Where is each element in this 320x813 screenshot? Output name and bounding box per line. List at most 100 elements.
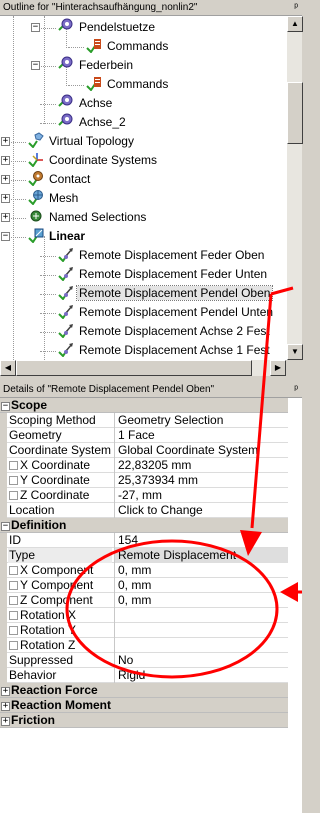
tree-item[interactable]: Remote Displacement Pendel Oben — [58, 284, 274, 303]
property-value[interactable]: 0, mm — [114, 563, 288, 578]
property-value[interactable] — [114, 623, 288, 638]
property-row[interactable]: Rotation Z — [0, 638, 288, 653]
scroll-thumb[interactable] — [287, 82, 303, 144]
tree-item[interactable]: Coordinate Systems — [28, 151, 159, 170]
property-row[interactable]: Rotation X — [0, 608, 288, 623]
parameter-checkbox[interactable] — [9, 611, 18, 620]
tree-item[interactable]: Commands — [86, 75, 170, 94]
expand-icon[interactable]: + — [1, 687, 10, 696]
property-row[interactable]: X Coordinate 22,83205 mm — [0, 458, 288, 473]
tree-item[interactable]: Remote Displacement Achse 1 Fest — [58, 341, 272, 360]
expand-icon[interactable]: + — [1, 702, 10, 711]
property-value[interactable]: -27, mm — [114, 488, 288, 503]
tree-item[interactable]: Remote Displacement Feder Unten — [58, 265, 269, 284]
property-row[interactable]: Behavior Rigid — [0, 668, 288, 683]
tree-item[interactable]: Pendelstuetze — [58, 18, 157, 37]
tree-item[interactable]: Remote Displacement Feder Oben — [58, 246, 266, 265]
outline-tree[interactable]: Pendelstuetze − Commands Federbein − Commands… — [0, 16, 286, 360]
parameter-checkbox[interactable] — [9, 626, 18, 635]
property-value[interactable]: Click to Change — [114, 503, 288, 518]
expand-icon[interactable]: + — [1, 175, 10, 184]
expand-icon[interactable]: + — [1, 137, 10, 146]
tree-item[interactable]: Commands — [86, 37, 170, 56]
tree-item[interactable]: Achse — [58, 94, 114, 113]
property-value[interactable]: No — [114, 653, 288, 668]
property-value[interactable]: 154 — [114, 533, 288, 548]
parameter-checkbox[interactable] — [9, 566, 18, 575]
tree-item[interactable]: Federbein — [58, 56, 135, 75]
property-name: Z Component — [8, 593, 112, 608]
tree-item[interactable]: Remote Displacement Pendel Unten — [58, 303, 275, 322]
parameter-checkbox[interactable] — [9, 641, 18, 650]
property-row[interactable]: Y Component 0, mm — [0, 578, 288, 593]
property-row[interactable]: ID 154 — [0, 533, 288, 548]
section-header[interactable]: − Definition — [0, 518, 288, 533]
pin-icon[interactable]: ᵖ — [294, 0, 298, 15]
joint-icon — [58, 56, 74, 72]
property-value[interactable] — [114, 638, 288, 653]
collapse-icon[interactable]: − — [31, 61, 40, 70]
tree-item[interactable]: Contact — [28, 170, 92, 189]
property-value[interactable]: Remote Displacement — [114, 548, 288, 563]
parameter-checkbox[interactable] — [9, 476, 18, 485]
tree-line — [13, 16, 14, 360]
tree-item[interactable]: Mesh — [28, 189, 80, 208]
parameter-checkbox[interactable] — [9, 581, 18, 590]
tree-item-label: Remote Displacement Feder Unten — [79, 267, 268, 281]
parameter-checkbox[interactable] — [9, 596, 18, 605]
parameter-checkbox[interactable] — [9, 491, 18, 500]
expand-icon[interactable]: + — [1, 194, 10, 203]
scroll-up-icon[interactable]: ▲ — [287, 16, 303, 32]
property-value[interactable] — [114, 608, 288, 623]
property-row[interactable]: Geometry 1 Face — [0, 428, 288, 443]
property-value[interactable]: Rigid — [114, 668, 288, 683]
collapse-icon[interactable]: − — [1, 402, 10, 411]
tree-item[interactable]: Virtual Topology — [28, 132, 136, 151]
collapse-icon[interactable]: − — [31, 23, 40, 32]
section-header[interactable]: + Reaction Moment — [0, 698, 288, 713]
property-row[interactable]: Location Click to Change — [0, 503, 288, 518]
scroll-left-icon[interactable]: ◀ — [0, 360, 16, 376]
property-row[interactable]: Y Coordinate 25,373934 mm — [0, 473, 288, 488]
scroll-right-icon[interactable]: ▶ — [270, 360, 286, 376]
scroll-down-icon[interactable]: ▼ — [287, 344, 303, 360]
property-row[interactable]: Type Remote Displacement — [0, 548, 288, 563]
collapse-icon[interactable]: − — [1, 522, 10, 531]
remote-displacement-icon — [58, 341, 74, 357]
section-header[interactable]: + Reaction Force — [0, 683, 288, 698]
property-row[interactable]: Coordinate System Global Coordinate Syste… — [0, 443, 288, 458]
property-row[interactable]: Scoping Method Geometry Selection — [0, 413, 288, 428]
property-row[interactable]: Z Coordinate -27, mm — [0, 488, 288, 503]
property-row[interactable]: Rotation Y — [0, 623, 288, 638]
outline-vertical-scrollbar[interactable]: ▲ ▼ — [286, 16, 303, 360]
expand-icon[interactable]: + — [1, 213, 10, 222]
section-header[interactable]: + Friction — [0, 713, 288, 728]
row-gutter — [0, 458, 7, 473]
pin-icon[interactable]: ᵖ — [294, 382, 298, 397]
property-value[interactable]: 22,83205 mm — [114, 458, 288, 473]
property-row[interactable]: Suppressed No — [0, 653, 288, 668]
tree-item-label: Remote Displacement Pendel Unten — [79, 305, 274, 319]
property-row[interactable]: X Component 0, mm — [0, 563, 288, 578]
expand-icon[interactable]: + — [1, 717, 10, 726]
property-value[interactable]: 25,373934 mm — [114, 473, 288, 488]
tree-item[interactable]: Achse_2 — [58, 113, 128, 132]
property-value[interactable]: Geometry Selection — [114, 413, 288, 428]
property-value[interactable]: 0, mm — [114, 593, 288, 608]
tree-item[interactable]: Remote Displacement Achse 2 Fest — [58, 322, 272, 341]
property-value[interactable]: 1 Face — [114, 428, 288, 443]
tree-item[interactable]: Linear — [28, 227, 87, 246]
parameter-checkbox[interactable] — [9, 461, 18, 470]
property-value[interactable]: Global Coordinate System — [114, 443, 288, 458]
property-value[interactable]: 0, mm — [114, 578, 288, 593]
section-header[interactable]: − Scope — [0, 398, 288, 413]
tree-item[interactable]: Named Selections — [28, 208, 148, 227]
tree-item-label: Coordinate Systems — [49, 153, 158, 167]
collapse-icon[interactable]: − — [1, 232, 10, 241]
tree-item-label: Linear — [49, 229, 86, 243]
property-row[interactable]: Z Component 0, mm — [0, 593, 288, 608]
expand-icon[interactable]: + — [1, 156, 10, 165]
scroll-h-thumb[interactable] — [16, 360, 252, 376]
tree-line — [44, 16, 45, 124]
outline-horizontal-scrollbar[interactable]: ◀ ▶ — [0, 360, 286, 376]
